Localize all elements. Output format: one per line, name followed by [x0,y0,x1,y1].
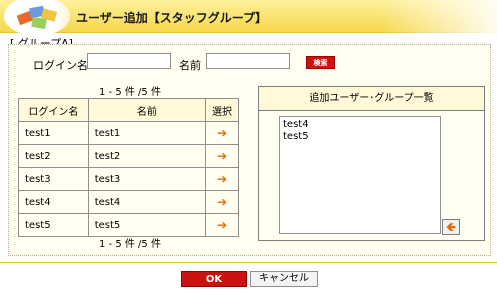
user-table: ログイン名 名前 選択 test1 test1 ➔ test2 test2 ➔ … [18,98,239,237]
table-row: test1 test1 ➔ [18,121,239,145]
cell-select: ➔ [205,190,239,214]
arrow-right-icon[interactable]: ➔ [214,219,230,231]
cell-login: test2 [18,144,89,168]
pagination-top: 1 - 5 件 /5 件 [99,87,161,98]
column-header-login: ログイン名 [18,98,89,122]
arrow-right-icon[interactable]: ➔ [214,150,230,162]
arrow-right-icon[interactable]: ➔ [214,127,230,139]
cell-name: test5 [87,213,207,237]
search-button[interactable]: 検索 [306,56,335,69]
header-fade [380,0,497,33]
name-input[interactable] [206,53,290,69]
login-name-label: ログイン名 [33,59,88,72]
ok-button[interactable]: OK [181,271,247,287]
table-row: test5 test5 ➔ [18,213,239,237]
dialog-title: ユーザー追加【スタッフグループ】 [76,11,268,25]
cell-name: test1 [87,121,207,145]
cell-login: test1 [18,121,89,145]
list-item[interactable]: test5 [283,131,437,143]
cell-select: ➔ [205,213,239,237]
column-header-name: 名前 [87,98,207,122]
cell-name: test3 [87,167,207,191]
name-label: 名前 [179,59,201,72]
cell-login: test3 [18,167,89,191]
footer-divider [0,262,497,263]
cell-select: ➔ [205,144,239,168]
cell-name: test4 [87,190,207,214]
table-row: test3 test3 ➔ [18,167,239,191]
table-row: test4 test4 ➔ [18,190,239,214]
remove-button[interactable]: 🡸 [442,219,460,235]
pagination-bottom: 1 - 5 件 /5 件 [99,239,161,250]
cell-select: ➔ [205,167,239,191]
table-row: test2 test2 ➔ [18,144,239,168]
added-list-title: 追加ユーザー･グループ一覧 [258,86,485,111]
arrow-right-icon[interactable]: ➔ [214,173,230,185]
arrow-left-icon: 🡸 [446,220,456,234]
list-item[interactable]: test4 [283,119,437,131]
table-header-row: ログイン名 名前 選択 [18,98,239,122]
login-name-input[interactable] [87,53,171,69]
cell-login: test5 [18,213,89,237]
cell-login: test4 [18,190,89,214]
added-list-box[interactable]: test4 test5 [279,116,441,234]
arrow-right-icon[interactable]: ➔ [214,196,230,208]
cancel-button[interactable]: キャンセル [250,271,318,287]
cell-select: ➔ [205,121,239,145]
cell-name: test2 [87,144,207,168]
column-header-select: 選択 [205,98,239,122]
